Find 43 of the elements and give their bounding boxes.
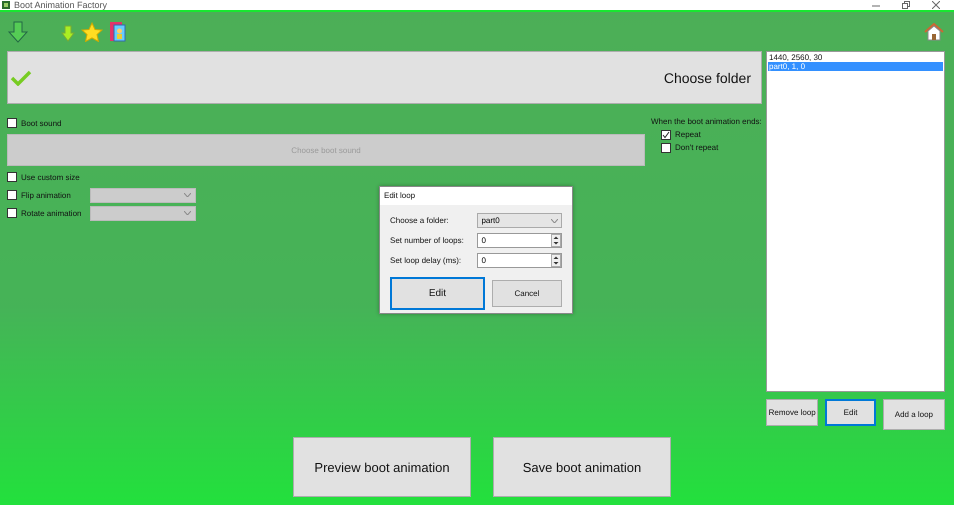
checkbox[interactable]	[661, 130, 671, 140]
checkbox[interactable]	[7, 118, 17, 128]
window-title: Boot Animation Factory	[14, 0, 108, 10]
action-button[interactable]: Preview boot animation	[293, 437, 471, 497]
home-icon[interactable]	[924, 22, 944, 40]
checkbox[interactable]	[7, 208, 17, 218]
caret-icon	[184, 211, 191, 215]
checkbox[interactable]	[7, 190, 17, 200]
checkbox-label: Flip animation	[20, 190, 72, 200]
checkbox-label: Use custom size	[20, 172, 81, 182]
field-label: Set loop delay (ms):	[390, 256, 462, 265]
number-field[interactable]: 0	[477, 233, 562, 248]
checkbox[interactable]	[7, 172, 17, 182]
download-arrow-icon[interactable]	[7, 20, 29, 42]
checkbox-label: Don't repeat	[675, 143, 718, 152]
field-label: Set number of loops:	[390, 236, 465, 245]
loop-button[interactable]: Edit	[825, 399, 876, 426]
checkbox-label: Rotate animation	[20, 208, 82, 218]
loop-button[interactable]: Remove loop	[766, 399, 818, 426]
checkmark-icon	[10, 70, 32, 86]
restore-icon[interactable]	[902, 1, 910, 9]
caret-icon	[551, 218, 558, 222]
star-icon[interactable]	[81, 22, 103, 42]
spinner-arrows-icon[interactable]	[551, 254, 561, 267]
section-heading: When the boot animation ends:	[651, 117, 762, 126]
action-button[interactable]: Save boot animation	[493, 437, 671, 497]
photo-album-icon[interactable]	[109, 20, 127, 42]
list-item[interactable]: 1440, 2560, 30	[768, 53, 943, 62]
field-label: Choose a folder:	[390, 216, 450, 225]
checkbox[interactable]	[661, 142, 671, 152]
caret-icon	[184, 193, 191, 197]
checkbox-label: Boot sound	[21, 118, 62, 128]
loop-button[interactable]: Add a loop	[882, 399, 945, 430]
number-field[interactable]: 0	[477, 253, 562, 268]
checkbox-label: Repeat	[675, 130, 701, 139]
spinner-arrows-icon[interactable]	[551, 234, 561, 247]
folder-dropdown[interactable]: part0	[477, 213, 562, 228]
dialog-button[interactable]: Edit	[390, 277, 485, 310]
choose-folder-button[interactable]: Choose folder	[7, 51, 762, 104]
dialog-button[interactable]: Cancel	[492, 280, 562, 307]
close-icon[interactable]	[932, 1, 940, 9]
app-icon	[2, 1, 10, 9]
dialog-title: Edit loop	[380, 187, 572, 205]
